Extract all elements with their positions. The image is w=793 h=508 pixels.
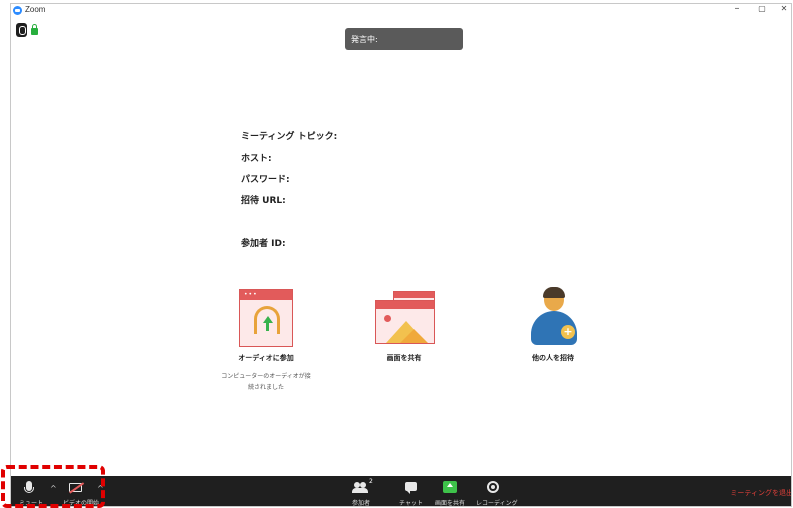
toolbar-share-screen-label: 画面を共有	[434, 500, 465, 507]
zoom-window: Zoom – ▢ ✕ 発言中: ミーティング トピック: ホスト: パスワード:…	[10, 3, 792, 507]
meeting-topic-label: ミーティング トピック:	[241, 132, 338, 142]
card-header: •••	[240, 290, 292, 300]
invite-label[interactable]: 他の人を招待	[508, 353, 598, 363]
encryption-lock-icon[interactable]	[31, 24, 38, 35]
window-title: Zoom	[25, 5, 46, 14]
meeting-info-icon[interactable]	[16, 23, 27, 37]
plus-icon: +	[561, 325, 575, 339]
participants-count: 2	[369, 478, 373, 485]
minimize-button[interactable]: –	[729, 4, 745, 14]
participant-id-label: 参加者 ID:	[241, 239, 286, 249]
toolbar-share-screen-button[interactable]: 画面を共有	[433, 476, 467, 507]
participants-button[interactable]: 2 参加者	[347, 476, 375, 507]
share-screen-button[interactable]	[375, 291, 443, 345]
highlight-box	[1, 465, 105, 508]
record-icon	[487, 481, 499, 493]
share-screen-icon	[443, 481, 457, 493]
invite-button[interactable]: +	[529, 287, 581, 347]
join-audio-label[interactable]: オーディオに参加	[216, 353, 316, 363]
participants-label: 参加者	[351, 500, 370, 507]
join-audio-button[interactable]: •••	[239, 289, 293, 347]
join-audio-caption: オーディオに参加 コンピューターのオーディオが接続されました	[216, 353, 316, 393]
host-label: ホスト:	[241, 154, 272, 164]
close-button[interactable]: ✕	[776, 4, 791, 13]
recording-label: レコーディング	[476, 500, 518, 507]
chat-button[interactable]: チャット	[399, 476, 423, 507]
audio-connected-status: コンピューターのオーディオが接続されました	[221, 373, 311, 391]
password-label: パスワード:	[241, 175, 290, 185]
restore-button[interactable]: ▢	[754, 4, 770, 13]
recording-button[interactable]: レコーディング	[476, 476, 518, 507]
picture-icon	[375, 300, 435, 344]
leave-meeting-button[interactable]: ミーティングを退出	[730, 488, 791, 498]
title-bar: Zoom – ▢ ✕	[11, 4, 791, 18]
speaking-indicator: 発言中:	[345, 28, 463, 50]
chat-icon	[405, 482, 417, 494]
meeting-toolbar: ミュート ^ ビデオの開始 ^ 2 参加者 チャット 画面を共有 レコーディング	[11, 476, 791, 507]
share-screen-label[interactable]: 画面を共有	[359, 353, 449, 363]
invite-url-label: 招待 URL:	[241, 196, 286, 206]
zoom-logo-icon	[13, 6, 22, 15]
chat-label: チャット	[399, 500, 423, 507]
